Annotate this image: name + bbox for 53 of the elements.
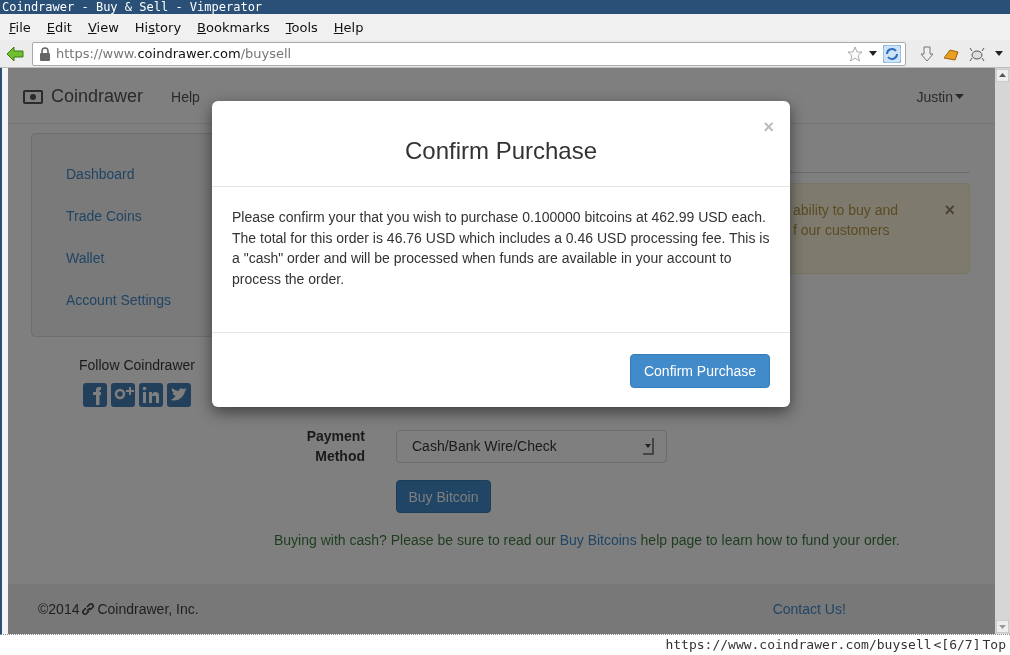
info-text: Buying with cash? Please be sure to read our Buy Bitcoins help page to learn how to fund your order. <box>274 532 901 548</box>
caret-icon[interactable] <box>955 94 964 99</box>
download-icon[interactable] <box>920 45 934 62</box>
sidebar-item[interactable]: Trade Coins <box>66 208 142 225</box>
copyright-year: ©2014 <box>38 601 80 617</box>
facebook-icon[interactable] <box>83 383 107 407</box>
dialog-message: Please confirm your that you wish to purchase 0.100000 bitcoins at 462.99 USD each. The total for this order is 46.76 USD which includes a 0.46 USD processing fee. This is a "cash" order and will be processed when funds are available in your account to process the order. <box>232 208 770 289</box>
google-plus-icon[interactable] <box>111 383 135 407</box>
menu-item[interactable]: Bookmarks <box>189 19 278 35</box>
status-url: https://www.coindrawer.com/buysell <box>665 636 932 654</box>
address-field[interactable]: https://www.coindrawer.com/buysell <box>32 41 906 66</box>
back-arrow-icon[interactable] <box>6 45 24 62</box>
sidebar-item[interactable]: Account Settings <box>66 292 172 309</box>
sidebar-item[interactable]: Wallet <box>66 250 105 267</box>
field-label: Payment Method <box>305 427 365 466</box>
menu-item[interactable]: Tools <box>277 19 326 35</box>
buy-bitcoins-link[interactable]: Buy Bitcoins <box>559 532 637 548</box>
twitter-icon[interactable] <box>167 383 191 407</box>
alert-text: ability to buy and <box>793 202 900 219</box>
buy-button[interactable]: Buy Bitcoin <box>396 480 491 513</box>
user-menu[interactable]: Justin <box>916 88 964 105</box>
follow-heading: Follow Coindrawer <box>78 357 196 373</box>
nav-link[interactable]: Help <box>171 88 200 105</box>
star-icon[interactable] <box>847 45 863 62</box>
buffer-position: <[6/7] <box>933 636 981 654</box>
dropdown-arrow-icon[interactable] <box>642 437 654 455</box>
scrollbar[interactable] <box>995 68 1010 634</box>
scroll-down-icon[interactable] <box>996 620 1009 633</box>
banknote-icon <box>23 89 43 104</box>
menu-caret-icon[interactable] <box>994 49 1004 58</box>
menu-item[interactable]: View <box>79 19 127 35</box>
scroll-position: Top <box>982 636 1006 654</box>
sidebar-item[interactable]: Dashboard <box>66 166 135 183</box>
company-name: Coindrawer, Inc. <box>97 601 199 617</box>
lock-icon <box>39 46 51 61</box>
alert-text: f our customers <box>793 222 891 239</box>
window-title: Coindrawer - Buy & Sell - Vimperator <box>0 0 1010 14</box>
close-button[interactable]: × <box>944 202 955 273</box>
link-icon <box>81 602 96 616</box>
dialog-title: Confirm Purchase <box>404 136 598 165</box>
menu-item[interactable]: Edit <box>38 19 80 35</box>
menu-item[interactable]: File <box>0 19 39 35</box>
confirm-button[interactable]: Confirm Purchase <box>630 354 770 388</box>
contact-link[interactable]: Contact Us! <box>772 601 846 617</box>
scroll-up-icon[interactable] <box>996 69 1009 82</box>
menu-item[interactable]: History <box>126 19 190 35</box>
payment-select[interactable]: Cash/Bank Wire/Check <box>396 429 667 463</box>
reload-icon[interactable] <box>883 44 901 63</box>
menu-item[interactable]: Help <box>325 19 372 35</box>
dropdown-icon[interactable] <box>868 49 878 58</box>
linkedin-icon[interactable] <box>139 383 163 407</box>
close-button[interactable]: × <box>763 118 774 136</box>
brand-link[interactable]: Coindrawer <box>51 86 144 107</box>
